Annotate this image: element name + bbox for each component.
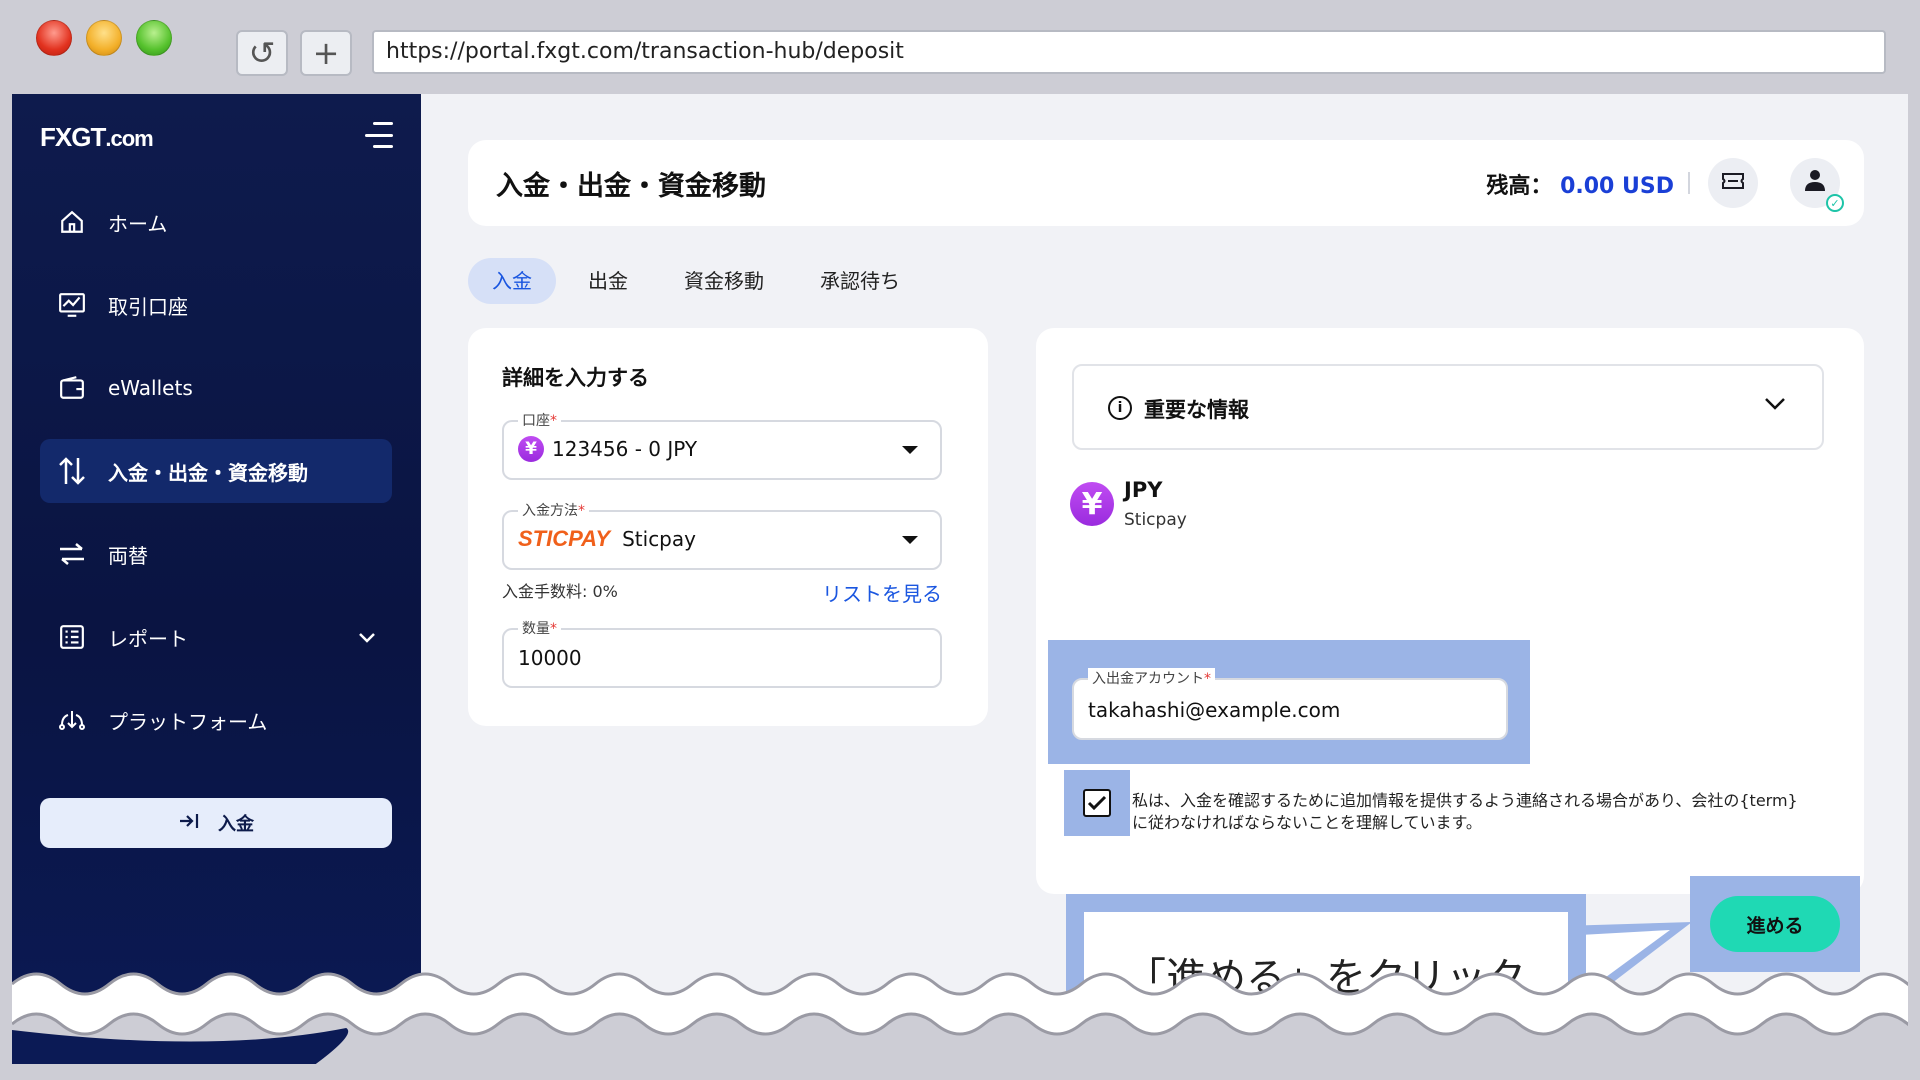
page-header: 入金・出金・資金移動 残高： 0.00 USD ✓ — [468, 140, 1864, 226]
ticket-icon — [1721, 171, 1745, 196]
account-select[interactable]: 口座* ¥ 123456 - 0 JPY — [502, 410, 942, 480]
info-icon: i — [1108, 396, 1132, 420]
sidebar-item-label: 入金・出金・資金移動 — [108, 460, 308, 485]
platform-icon — [56, 704, 88, 736]
menu-collapse-icon[interactable] — [365, 122, 393, 148]
sidebar-item-ewallets[interactable]: eWallets — [40, 356, 392, 420]
chart-monitor-icon — [56, 289, 88, 321]
sidebar-item-home[interactable]: ホーム — [40, 190, 392, 254]
report-icon — [56, 621, 88, 653]
sticpay-logo: STICPAY — [518, 526, 611, 551]
currency-name: JPY — [1124, 478, 1163, 502]
view-list-link[interactable]: リストを見る — [822, 578, 942, 607]
window-controls — [36, 20, 172, 56]
user-avatar-icon — [1803, 168, 1827, 198]
yen-currency-icon: ¥ — [1070, 482, 1114, 526]
wallet-icon — [56, 372, 88, 404]
payment-method-name: Sticpay — [1124, 510, 1187, 530]
section-title: 詳細を入力する — [502, 366, 649, 390]
app-window: FXGT.com ホーム 取引口座 eWallets 入金・出金・資金移動 両替… — [12, 94, 1908, 1064]
home-icon — [56, 206, 88, 238]
tab-withdrawal[interactable]: 出金 — [564, 258, 652, 304]
sidebar-item-trading-accounts[interactable]: 取引口座 — [40, 273, 392, 337]
payment-account-label: 入出金アカウント* — [1088, 668, 1215, 688]
transaction-tabs: 入金 出金 資金移動 承認待ち — [468, 258, 924, 304]
method-label: 入金方法* — [518, 500, 589, 520]
balance-display: 残高： 0.00 USD — [1486, 168, 1674, 200]
sidebar-item-platform[interactable]: プラットフォーム — [40, 688, 392, 752]
sidebar-item-reports[interactable]: レポート — [40, 605, 392, 669]
arrow-right-bar-icon — [178, 812, 200, 835]
profile-button[interactable]: ✓ — [1790, 158, 1844, 212]
tab-deposit[interactable]: 入金 — [468, 258, 556, 304]
amount-input[interactable]: 数量* 10000 — [502, 618, 942, 688]
chevron-down-icon — [1764, 392, 1786, 417]
sidebar-item-label: 取引口座 — [108, 294, 188, 319]
verified-check-icon: ✓ — [1826, 194, 1844, 212]
deposit-fee-text: 入金手数料: 0% — [502, 582, 618, 601]
sidebar-deposit-button[interactable]: 入金 — [40, 798, 392, 848]
caret-down-icon — [902, 446, 918, 454]
ticket-button[interactable] — [1708, 158, 1758, 208]
reload-icon: ↺ — [248, 34, 276, 72]
account-value: 123456 - 0 JPY — [552, 437, 698, 461]
sidebar-item-label: ホーム — [108, 211, 168, 236]
balance-label: 残高： — [1486, 174, 1553, 199]
header-divider — [1688, 172, 1690, 194]
sidebar-item-exchange[interactable]: 両替 — [40, 522, 392, 586]
sidebar-item-transactions[interactable]: 入金・出金・資金移動 — [40, 439, 392, 503]
logo-suffix: .com — [105, 126, 153, 151]
deposit-method-select[interactable]: 入金方法* STICPAY Sticpay — [502, 500, 942, 570]
plus-icon: + — [312, 34, 340, 72]
reload-button[interactable]: ↺ — [236, 30, 288, 76]
consent-text: 私は、入金を確認するために追加情報を提供するよう連絡される場合があり、会社の{t… — [1132, 791, 1798, 832]
tab-pending[interactable]: 承認待ち — [796, 258, 924, 304]
tab-transfer[interactable]: 資金移動 — [660, 258, 788, 304]
payment-account-input[interactable]: 入出金アカウント* takahashi@example.com — [1072, 668, 1508, 740]
chevron-down-icon[interactable] — [358, 625, 376, 649]
payment-account-value: takahashi@example.com — [1088, 698, 1341, 722]
deposit-button-label: 入金 — [218, 814, 254, 835]
consent-checkbox[interactable] — [1083, 789, 1111, 817]
important-info-accordion[interactable]: i 重要な情報 — [1072, 364, 1824, 450]
new-tab-button[interactable]: + — [300, 30, 352, 76]
account-label: 口座* — [518, 410, 561, 430]
yen-currency-icon: ¥ — [518, 436, 544, 462]
sidebar-item-label: レポート — [108, 626, 188, 651]
minimize-window-button[interactable] — [86, 20, 122, 56]
page-title: 入金・出金・資金移動 — [496, 171, 766, 202]
amount-label: 数量* — [518, 618, 561, 638]
sidebar-nav: ホーム 取引口座 eWallets 入金・出金・資金移動 両替 レポート プラッ… — [40, 190, 392, 771]
address-bar[interactable]: https://portal.fxgt.com/transaction-hub/… — [372, 30, 1886, 74]
checkmark-icon — [1087, 795, 1107, 811]
deposit-details-card: 詳細を入力する 口座* ¥ 123456 - 0 JPY 入金方法* STICP… — [468, 328, 988, 726]
sidebar-item-label: プラットフォーム — [108, 709, 268, 734]
maximize-window-button[interactable] — [136, 20, 172, 56]
arrows-updown-icon — [56, 455, 88, 487]
logo-text: FXGT — [40, 122, 106, 152]
method-value: Sticpay — [622, 527, 696, 551]
balance-value: 0.00 USD — [1560, 174, 1674, 199]
sidebar-item-label: eWallets — [108, 376, 193, 400]
fee-row: 入金手数料: 0% リストを見る — [502, 578, 942, 607]
exchange-icon — [56, 538, 88, 570]
amount-value: 10000 — [518, 646, 582, 670]
torn-edge-decoration — [12, 972, 1908, 1064]
fxgt-logo[interactable]: FXGT.com — [40, 122, 154, 153]
caret-down-icon — [902, 536, 918, 544]
important-info-label: 重要な情報 — [1144, 398, 1249, 422]
sidebar-item-label: 両替 — [108, 543, 148, 568]
sidebar: FXGT.com ホーム 取引口座 eWallets 入金・出金・資金移動 両替… — [12, 94, 421, 1064]
close-window-button[interactable] — [36, 20, 72, 56]
